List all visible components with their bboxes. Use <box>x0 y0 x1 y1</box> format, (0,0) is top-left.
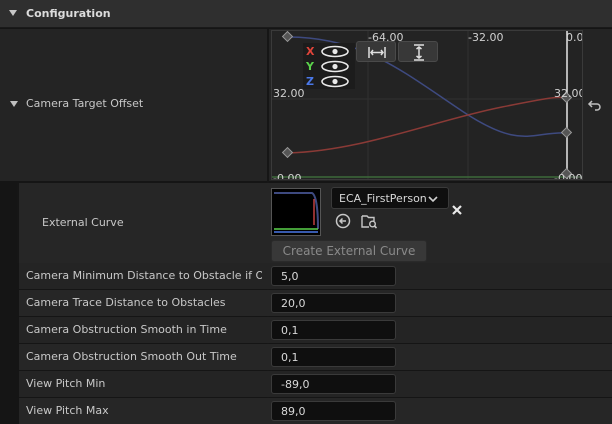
asset-name: ECA_FirstPerson <box>339 192 427 205</box>
configuration-section-header[interactable]: Configuration <box>0 0 612 28</box>
fit-horizontal-icon <box>368 47 386 58</box>
fit-vertical-button[interactable] <box>398 41 438 62</box>
numeric-value-field[interactable]: 89,0 <box>271 401 396 421</box>
x-tick-label: 0.0 <box>566 31 583 44</box>
chevron-down-icon[interactable] <box>10 101 18 107</box>
curve-editor[interactable]: -64.00 -32.00 0.0 32.00 32.00 -0.00 -0.0… <box>271 30 583 180</box>
fit-horizontal-button[interactable] <box>356 41 396 62</box>
property-label: Camera Obstruction Smooth in Time <box>26 323 227 336</box>
property-label: Camera Trace Distance to Obstacles <box>26 296 226 309</box>
chevron-down-icon <box>428 196 438 203</box>
x-tick-label: -32.00 <box>468 31 504 44</box>
eye-icon[interactable] <box>320 75 350 88</box>
create-external-curve-button[interactable]: Create External Curve <box>271 240 427 262</box>
use-selected-arrow-icon[interactable] <box>335 213 351 229</box>
property-label: View Pitch Max <box>26 404 109 417</box>
numeric-value-field[interactable]: -89,0 <box>271 374 396 394</box>
asset-picker-combo[interactable]: ECA_FirstPerson <box>331 187 449 209</box>
property-label: View Pitch Min <box>26 377 106 390</box>
browse-asset-icon[interactable] <box>360 212 378 230</box>
numeric-value-field[interactable]: 5,0 <box>271 266 396 286</box>
numeric-value-field[interactable]: 0,1 <box>271 347 396 367</box>
indent-divider <box>17 183 19 263</box>
fit-vertical-icon <box>414 44 424 61</box>
y-axis-label: 32.00 <box>554 87 583 100</box>
channel-y-label: Y <box>306 60 314 73</box>
eye-icon[interactable] <box>320 60 350 73</box>
clear-x-icon[interactable] <box>451 204 463 216</box>
property-label: Camera Minimum Distance to Obstacle if O… <box>26 269 262 282</box>
numeric-value-field[interactable]: 20,0 <box>271 293 396 313</box>
chevron-down-icon[interactable] <box>9 10 17 16</box>
external-curve-label: External Curve <box>42 216 124 229</box>
y-axis-label: 32.00 <box>273 87 305 100</box>
eye-icon[interactable] <box>320 45 350 58</box>
bottom-axis-label: -0.00 <box>273 172 302 180</box>
camera-target-offset-label: Camera Target Offset <box>26 97 144 110</box>
curve-thumbnail[interactable] <box>271 188 321 236</box>
numeric-value-field[interactable]: 0,1 <box>271 320 396 340</box>
property-label: Camera Obstruction Smooth Out Time <box>26 350 237 363</box>
reset-to-default-icon[interactable] <box>587 97 603 113</box>
channel-x-label: X <box>306 45 315 58</box>
section-title: Configuration <box>26 7 111 20</box>
channel-z-label: Z <box>306 75 314 88</box>
bottom-axis-label: -0.00 <box>554 172 583 180</box>
